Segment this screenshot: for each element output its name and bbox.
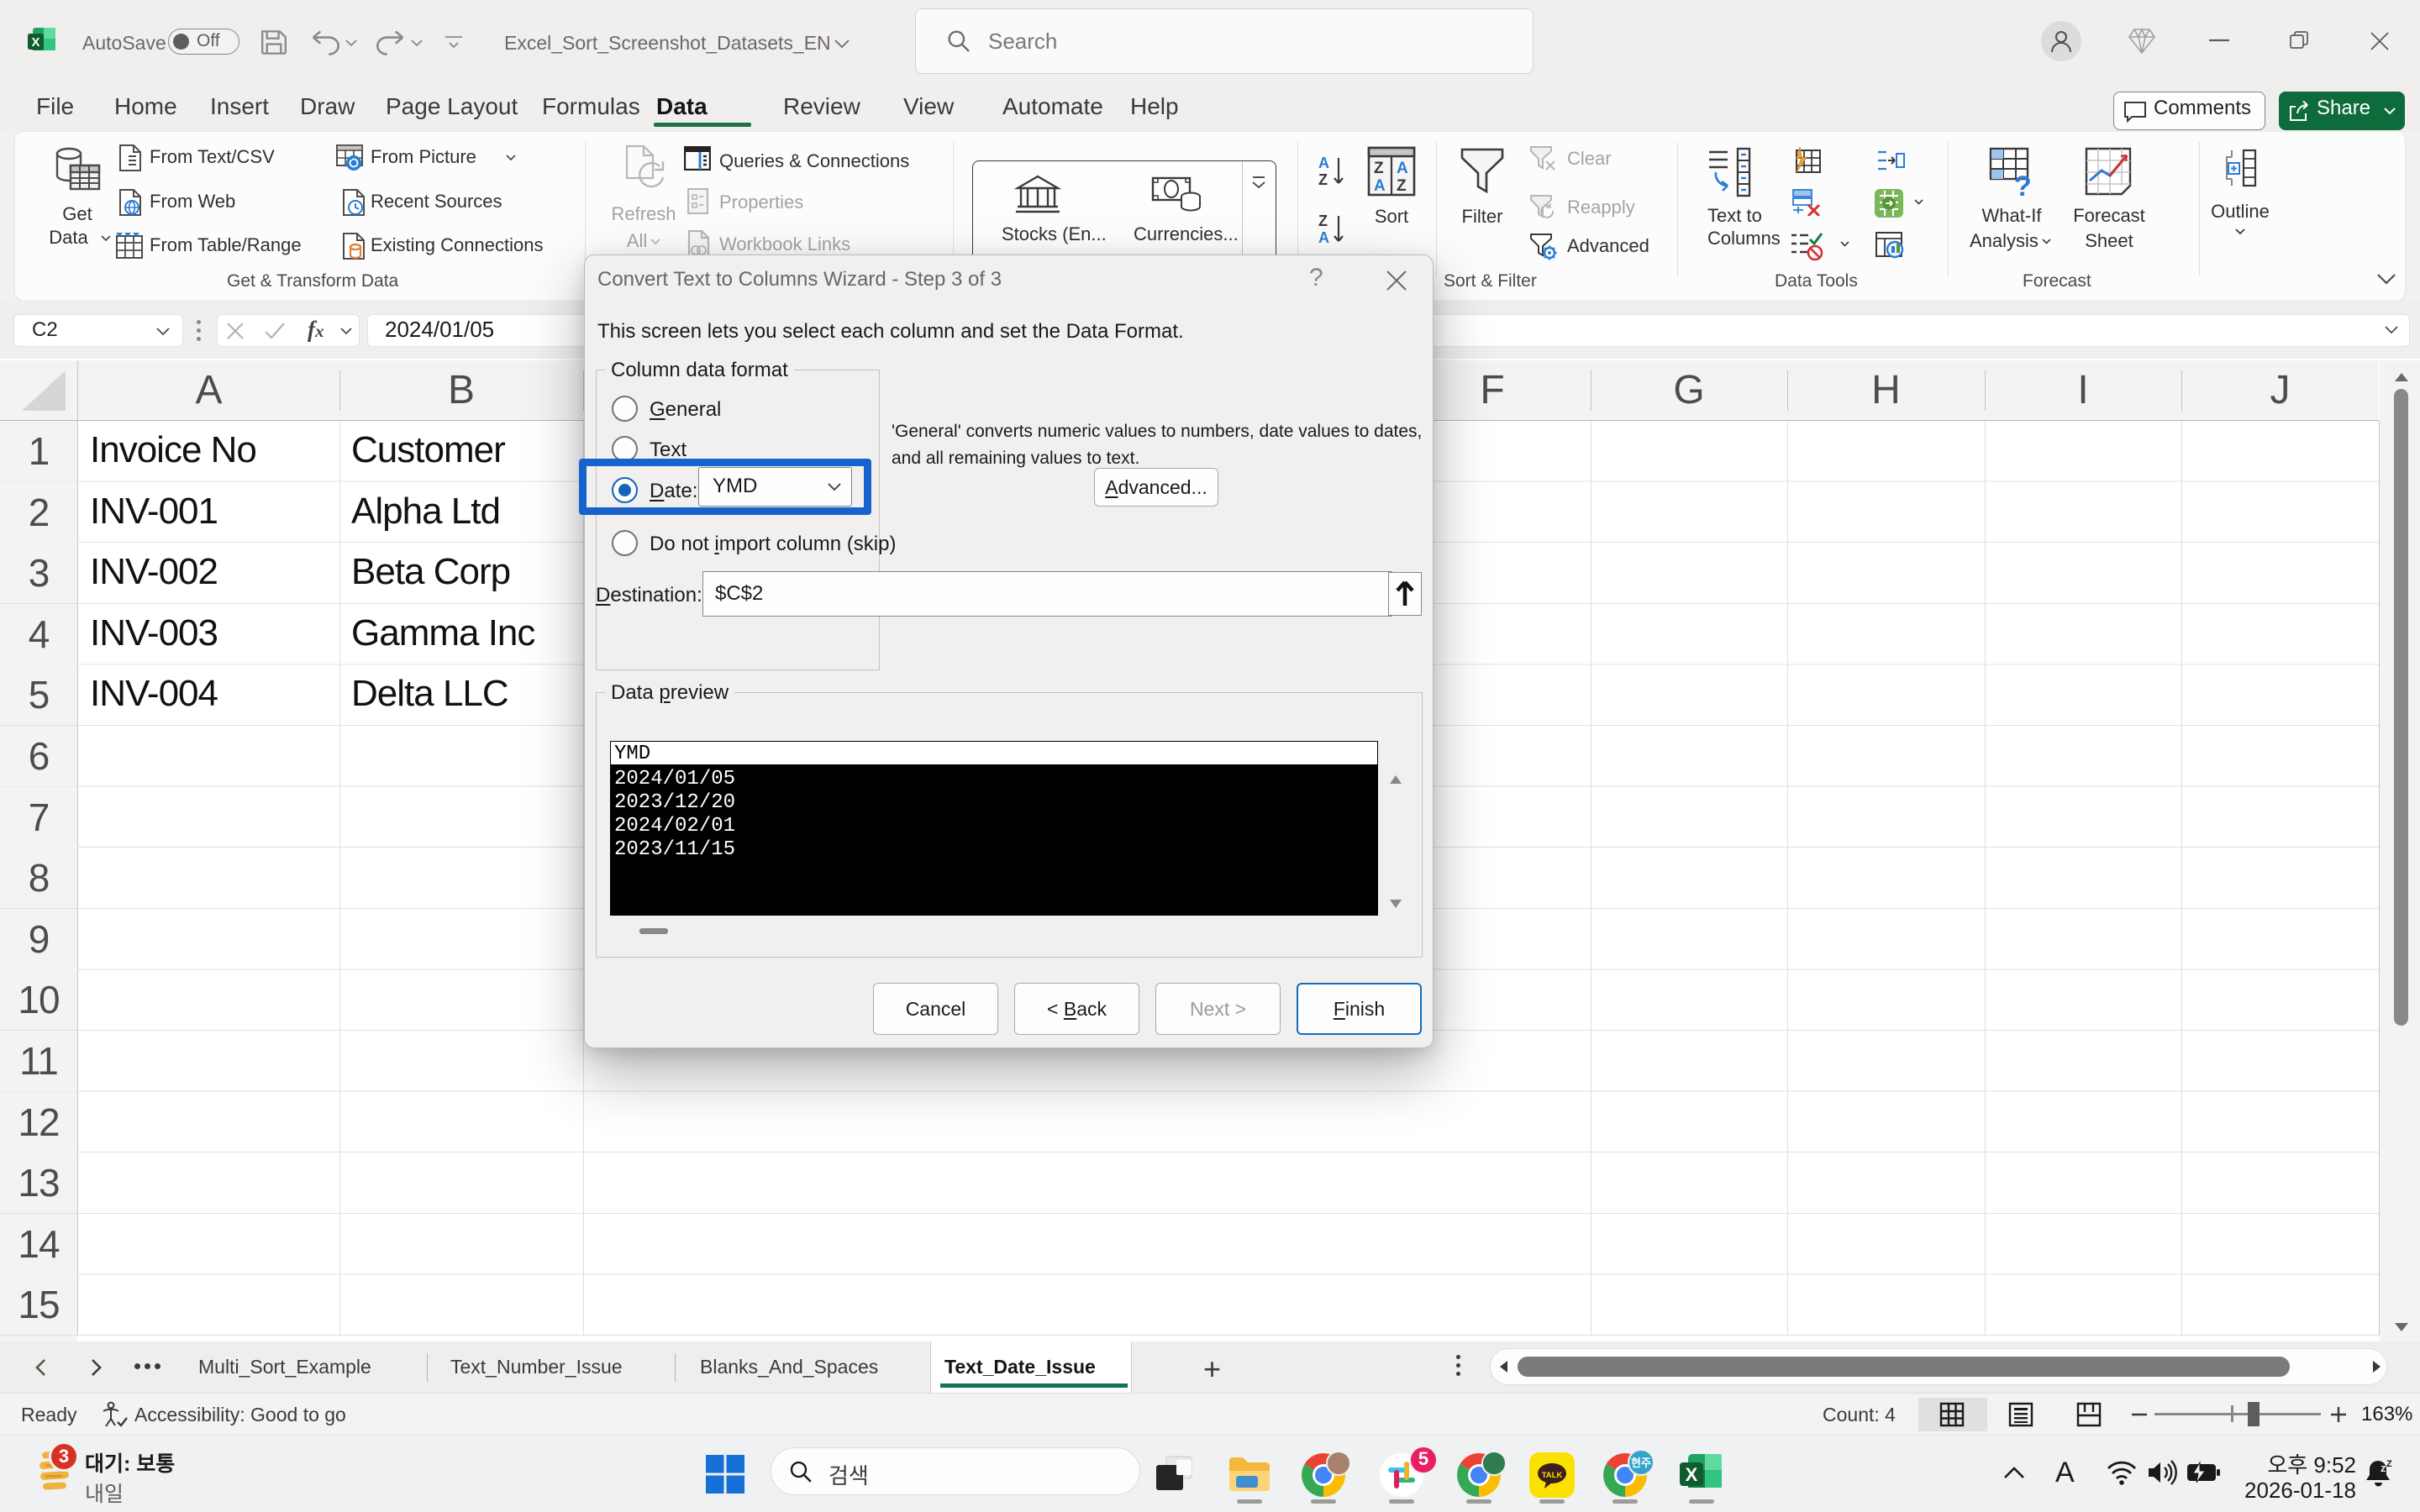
svg-text:z: z: [2381, 1462, 2386, 1474]
svg-text:Z: Z: [1374, 160, 1384, 177]
svg-text:?: ?: [2014, 171, 2032, 199]
svg-text:TALK: TALK: [1542, 1471, 1563, 1480]
svg-text:Z: Z: [1318, 213, 1328, 229]
svg-text:X: X: [1686, 1464, 1698, 1485]
svg-text:Z: Z: [1397, 177, 1407, 195]
svg-text:A: A: [1374, 177, 1386, 195]
svg-text:Z: Z: [1318, 171, 1328, 188]
svg-text:A: A: [1397, 160, 1408, 177]
svg-text:X: X: [31, 35, 39, 50]
svg-text:A: A: [1318, 155, 1329, 171]
svg-text:Z: Z: [2386, 1459, 2392, 1469]
svg-text:A: A: [1318, 229, 1329, 246]
